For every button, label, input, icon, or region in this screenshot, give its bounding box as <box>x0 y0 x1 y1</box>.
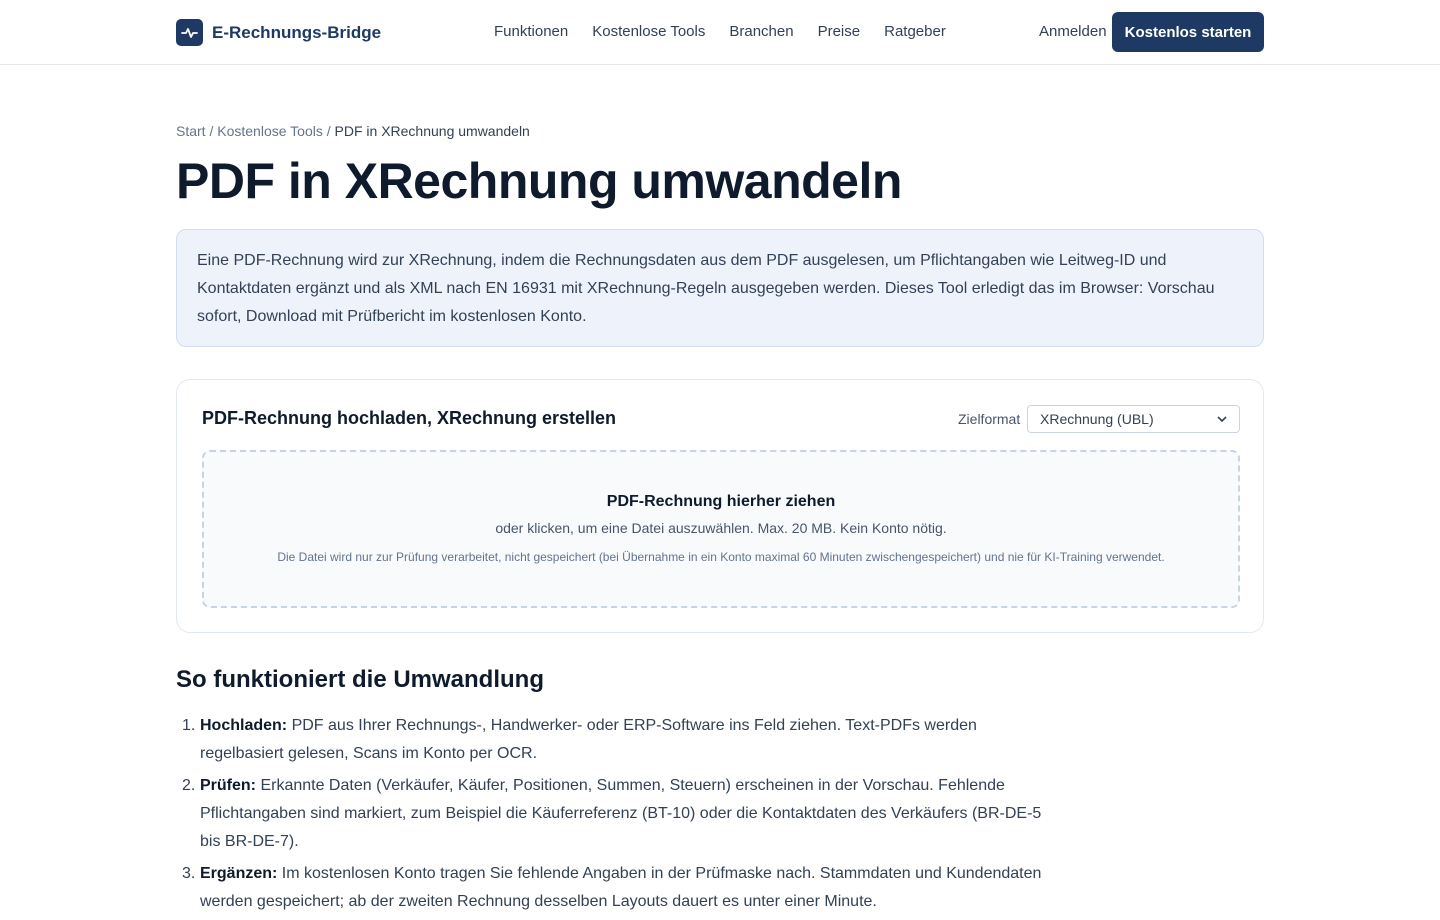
start-free-button[interactable]: Kostenlos starten <box>1112 12 1264 52</box>
target-format-label: Zielformat <box>958 411 1021 427</box>
step-text: Hochladen: PDF aus Ihrer Rechnungs-, Han… <box>200 712 1056 768</box>
breadcrumb-tools[interactable]: Kostenlose Tools <box>217 123 323 139</box>
breadcrumb: Start / Kostenlose Tools / PDF in XRechn… <box>176 123 530 139</box>
dropzone-title: PDF-Rechnung hierher ziehen <box>606 493 836 510</box>
target-format-value: XRechnung (UBL) <box>1040 411 1154 427</box>
step-number: 1. <box>182 717 196 734</box>
steps-list: 1. Hochladen: PDF aus Ihrer Rechnungs-, … <box>176 712 1056 920</box>
dropzone-subtitle: oder klicken, um eine Datei auszuwählen.… <box>495 520 947 536</box>
step-description: PDF aus Ihrer Rechnungs-, Handwerker- od… <box>200 717 977 762</box>
intro-box: Eine PDF-Rechnung wird zur XRechnung, in… <box>176 229 1264 347</box>
how-it-works-heading: So funktioniert die Umwandlung <box>176 666 544 693</box>
nav-link-kostenlose-tools[interactable]: Kostenlose Tools <box>592 23 705 40</box>
step-label: Hochladen: <box>200 717 288 734</box>
breadcrumb-separator: / <box>326 123 331 139</box>
main-nav: Funktionen Kostenlose Tools Branchen Pre… <box>494 23 946 40</box>
step-label: Ergänzen: <box>200 865 278 882</box>
step-number: 3. <box>182 865 196 882</box>
page-title: PDF in XRechnung umwandeln <box>176 153 902 209</box>
list-item: 2. Prüfen: Erkannte Daten (Verkäufer, Kä… <box>176 772 1056 856</box>
nav-link-funktionen[interactable]: Funktionen <box>494 23 568 40</box>
nav-link-preise[interactable]: Preise <box>818 23 861 40</box>
step-text: Prüfen: Erkannte Daten (Verkäufer, Käufe… <box>200 772 1056 856</box>
breadcrumb-start[interactable]: Start <box>176 123 206 139</box>
site-header: E-Rechnungs-Bridge Funktionen Kostenlose… <box>0 0 1440 65</box>
chevron-down-icon <box>1217 413 1227 425</box>
breadcrumb-separator: / <box>209 123 214 139</box>
step-description: Im kostenlosen Konto tragen Sie fehlende… <box>200 865 1042 910</box>
nav-link-ratgeber[interactable]: Ratgeber <box>884 23 946 40</box>
login-link[interactable]: Anmelden <box>1039 23 1107 40</box>
pdf-dropzone[interactable]: PDF-Rechnung hierher ziehen oder klicken… <box>202 450 1240 608</box>
converter-card: PDF-Rechnung hochladen, XRechnung erstel… <box>176 379 1264 633</box>
step-label: Prüfen: <box>200 777 256 794</box>
step-number: 2. <box>182 777 196 794</box>
pulse-icon <box>176 19 203 46</box>
list-item: 3. Ergänzen: Im kostenlosen Konto tragen… <box>176 860 1056 916</box>
target-format-select[interactable]: XRechnung (UBL) <box>1027 405 1240 433</box>
nav-link-branchen[interactable]: Branchen <box>729 23 793 40</box>
brand-name: E-Rechnungs-Bridge <box>212 22 382 42</box>
converter-title: PDF-Rechnung hochladen, XRechnung erstel… <box>202 408 617 428</box>
list-item: 1. Hochladen: PDF aus Ihrer Rechnungs-, … <box>176 712 1056 768</box>
step-text: Ergänzen: Im kostenlosen Konto tragen Si… <box>200 860 1056 916</box>
step-description: Erkannte Daten (Verkäufer, Käufer, Posit… <box>200 777 1042 850</box>
dropzone-privacy-note: Die Datei wird nur zur Prüfung verarbeit… <box>277 550 1165 564</box>
breadcrumb-current: PDF in XRechnung umwandeln <box>334 123 530 139</box>
brand-logo[interactable]: E-Rechnungs-Bridge <box>176 19 381 46</box>
